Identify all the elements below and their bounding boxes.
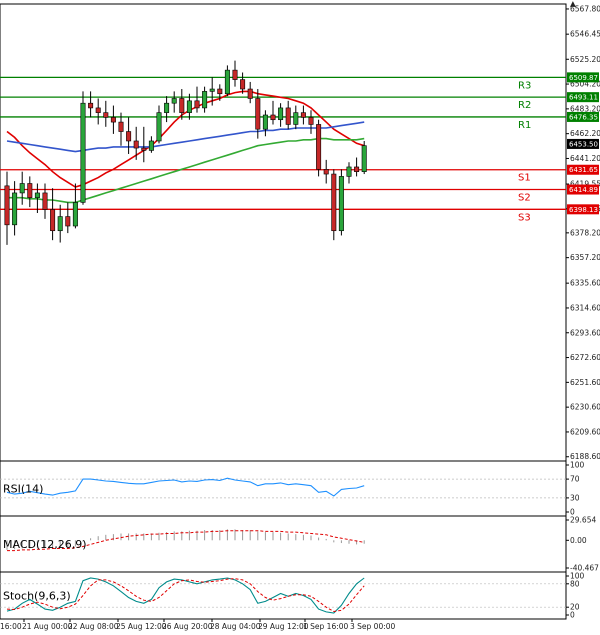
price-tick-label: 6209.60 [570,427,600,436]
level-name-r3: R3 [518,80,531,91]
price-tick-label: 6378.20 [570,228,600,237]
price-tick-label: 6293.60 [570,328,600,337]
time-tick-label: 16:00 [0,622,22,631]
current-price-marker: 6453.50 [567,138,599,149]
level-tag-r1: 6476.35 [569,113,598,121]
candle [80,91,86,205]
level-name-s1: S1 [518,173,531,184]
price-tick-label: 6357.20 [570,253,600,262]
indicator-title: Stoch(9,6,3) [3,590,71,603]
price-tick-label: 6314.60 [570,303,600,312]
level-tag-s2: 6414.89 [569,186,598,194]
time-tick-label: 28 Aug 04:00 [210,622,261,631]
candle [316,119,322,177]
candle [338,169,344,236]
price-tick-label: 6546.45 [570,30,600,39]
time-tick-label: 25 Aug 12:00 [116,622,167,631]
indicator-tick-label: 80 [570,579,580,588]
price-tick-label: 6525.20 [570,55,600,64]
time-tick-label: 22 Aug 08:00 [68,622,119,631]
indicator-title: RSI(14) [3,483,43,496]
indicator-title: MACD(12,26,9) [3,538,87,551]
price-tick-label: 6462.20 [570,129,600,138]
indicator-tick-label: 70 [570,475,580,484]
price-tick-label: 6272.60 [570,353,600,362]
price-tick-label: 6230.60 [570,403,600,412]
trading-chart[interactable]: 6567.806546.456525.206504.206483.206462.… [0,0,600,635]
level-name-s2: S2 [518,193,531,204]
time-tick-label: 26 Aug 20:00 [162,622,213,631]
scroll-arrow-icon[interactable]: ▲ [570,0,576,8]
level-tag-r2: 6493.11 [569,94,598,102]
current-price-label: 6453.50 [569,140,598,148]
level-name-s3: S3 [518,212,531,223]
price-tick-label: 6441.20 [570,154,600,163]
indicator-tick-label: 29.654 [570,516,596,525]
candle [224,65,230,97]
time-tick-label: 21 Aug 00:00 [22,622,73,631]
indicator-tick-label: 100 [570,461,585,470]
time-tick-label: 29 Aug 12:00 [258,622,309,631]
candle [331,169,337,241]
price-tick-label: 6251.60 [570,378,600,387]
candle [361,140,367,175]
indicator-tick-label: 0.00 [570,536,587,545]
indicator-tick-label: 30 [570,493,580,502]
level-name-r1: R1 [518,120,531,131]
level-name-r2: R2 [518,100,531,111]
level-tag-s1: 6431.65 [569,166,598,174]
time-tick-label: 1 Sep 16:00 [303,622,349,631]
price-tick-label: 6335.60 [570,279,600,288]
time-tick-label: 3 Sep 00:00 [350,622,396,631]
indicator-tick-label: 0 [570,611,575,620]
level-tag-s3: 6398.13 [569,206,598,214]
level-tag-r3: 6509.87 [569,74,598,82]
